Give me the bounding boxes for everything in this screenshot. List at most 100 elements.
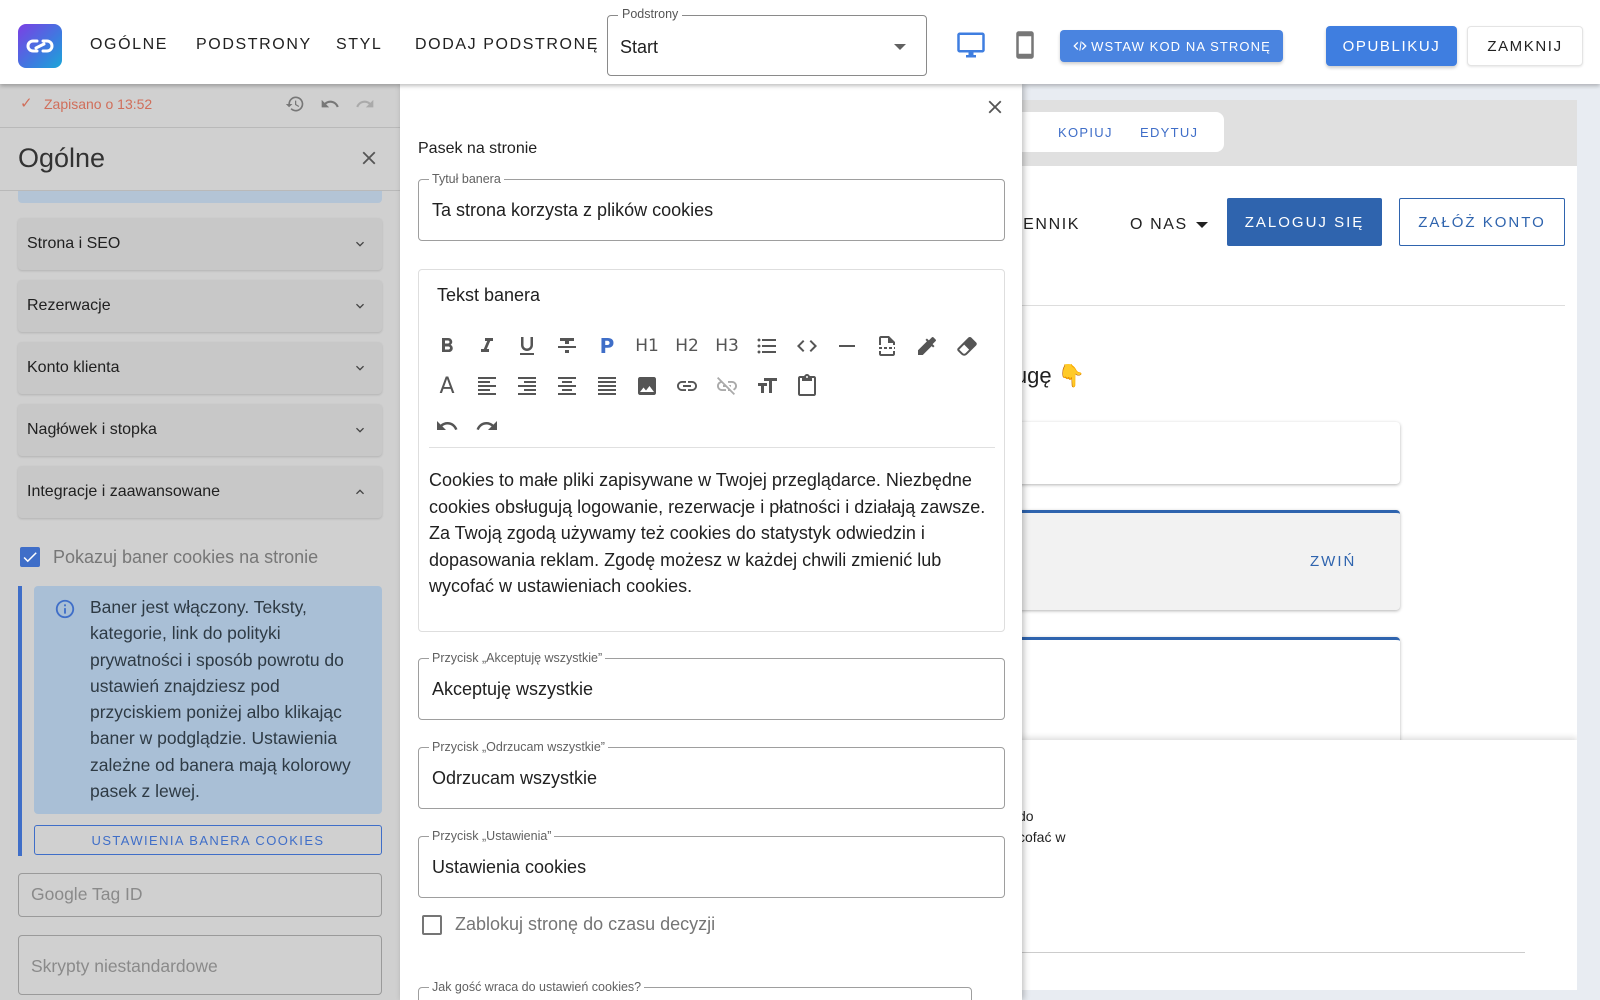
desktop-view-icon[interactable] (956, 30, 986, 60)
nav-subpages[interactable]: PODSTRONY (196, 36, 312, 54)
field-value: Odrzucam wszystkie (432, 768, 598, 788)
checkbox-label: Zablokuj stronę do czasu decyzji (455, 914, 716, 934)
panel-title: Ogólne (18, 143, 106, 173)
subpages-select-value: Start (620, 37, 659, 57)
link-icon[interactable] (673, 372, 701, 400)
accordion-label: Nagłówek i stopka (27, 421, 157, 438)
insert-code-button[interactable]: WSTAW KOD NA STRONĘ (1060, 30, 1283, 62)
align-center-icon[interactable] (553, 372, 581, 400)
accordion-label: Rezerwacje (27, 297, 111, 314)
chevron-up-icon (356, 489, 364, 495)
dependency-color-bar (18, 586, 22, 856)
copy-tab[interactable]: KOPIUJ (1058, 125, 1113, 140)
subpages-select[interactable]: Podstrony Start (607, 7, 927, 76)
banner-text-editor: Tekst banera P H1 H2 H3 A Cookies to mał… (418, 269, 1005, 632)
chevron-down-icon (356, 365, 364, 371)
preview-banner-text: cofać w (1018, 829, 1066, 845)
preview-login-button[interactable]: ZALOGUJ SIĘ (1227, 198, 1382, 246)
field-label: Tytuł banera (429, 172, 504, 186)
preview-register-button[interactable]: ZAŁÓŻ KONTO (1399, 198, 1565, 246)
banner-title-field[interactable]: Tytuł banera Ta strona korzysta z plików… (418, 172, 1005, 241)
close-icon[interactable] (358, 147, 380, 169)
show-cookie-banner-checkbox[interactable]: Pokazuj baner cookies na stronie (20, 544, 318, 570)
chevron-down-icon (356, 241, 364, 247)
save-status-row: ✓ Zapisano o 13:52 (0, 84, 400, 128)
align-left-icon[interactable] (473, 372, 501, 400)
unlink-icon[interactable] (713, 372, 741, 400)
preview-nav-about-label: O NAS (1130, 216, 1188, 233)
field-label: Przycisk „Odrzucam wszystkie” (429, 740, 608, 754)
accordion-reservations[interactable]: Rezerwacje (18, 280, 382, 332)
checkbox-unchecked-icon (422, 914, 442, 935)
google-tag-id-input[interactable]: Google Tag ID (18, 873, 382, 917)
heading-2-icon[interactable]: H2 (673, 332, 701, 360)
accordion-stub (18, 191, 382, 203)
history-icon[interactable] (285, 94, 307, 116)
return-method-select[interactable]: Jak gość wraca do ustawień cookies? (418, 980, 972, 1000)
bullet-list-icon[interactable] (753, 332, 781, 360)
section-title: Pasek na stronie (418, 140, 538, 157)
accordion-integrations[interactable]: Integracje i zaawansowane (18, 466, 382, 518)
nav-style[interactable]: STYL (336, 36, 382, 54)
custom-scripts-input[interactable]: Skrypty niestandardowe (18, 935, 382, 995)
preview-card-expanded: ZWIŃ (1010, 510, 1400, 610)
accordion-header-footer[interactable]: Nagłówek i stopka (18, 404, 382, 456)
cookie-banner-settings-button[interactable]: USTAWIENIA BANERA COOKIES (34, 825, 382, 855)
link-logo-icon (26, 39, 54, 53)
text-size-icon[interactable] (753, 372, 781, 400)
edit-tab[interactable]: EDYTUJ (1140, 125, 1198, 140)
align-right-icon[interactable] (513, 372, 541, 400)
horizontal-rule-icon[interactable] (833, 332, 861, 360)
strikethrough-icon[interactable] (553, 332, 581, 360)
undo-icon[interactable] (433, 412, 461, 440)
font-color-icon[interactable]: A (433, 372, 461, 400)
image-icon[interactable] (633, 372, 661, 400)
accept-button-text-field[interactable]: Przycisk „Akceptuję wszystkie” Akceptuję… (418, 651, 1005, 720)
caret-down-icon (1195, 221, 1208, 228)
heading-1-icon[interactable]: H1 (633, 332, 661, 360)
info-icon (54, 598, 76, 620)
field-value: Ustawienia cookies (432, 857, 587, 877)
block-page-checkbox[interactable]: Zablokuj stronę do czasu decyzji (422, 914, 715, 935)
close-button[interactable]: ZAMKNIJ (1467, 26, 1583, 66)
heading-3-icon[interactable]: H3 (713, 332, 741, 360)
undo-icon[interactable] (320, 94, 342, 116)
check-icon: ✓ (20, 95, 33, 112)
publish-button[interactable]: OPUBLIKUJ (1326, 26, 1457, 66)
highlight-icon[interactable] (913, 332, 941, 360)
reject-button-text-field[interactable]: Przycisk „Odrzucam wszystkie” Odrzucam w… (418, 740, 1005, 809)
paste-icon[interactable] (793, 372, 821, 400)
clear-format-icon[interactable] (953, 332, 981, 360)
settings-button-text-field[interactable]: Przycisk „Ustawienia” Ustawienia cookies (418, 829, 1005, 898)
underline-icon[interactable] (513, 332, 541, 360)
field-value: Ta strona korzysta z plików cookies (432, 200, 714, 220)
checkbox-label: Pokazuj baner cookies na stronie (53, 546, 319, 567)
chevron-down-icon (356, 303, 364, 309)
accordion-site-seo[interactable]: Strona i SEO (18, 218, 382, 270)
bold-icon[interactable] (433, 332, 461, 360)
mobile-view-icon[interactable] (1010, 30, 1040, 60)
page-break-icon[interactable] (873, 332, 901, 360)
accordion-label: Integracje i zaawansowane (27, 483, 221, 500)
info-text: Baner jest włączony. Teksty, kategorie, … (90, 597, 351, 802)
accordion-client-account[interactable]: Konto klienta (18, 342, 382, 394)
preview-cookie-banner[interactable]: do cofać w (1010, 740, 1577, 990)
general-settings-panel: ✓ Zapisano o 13:52 Ogólne Strona i SEO R… (0, 84, 400, 1000)
code-icon[interactable] (793, 332, 821, 360)
redo-icon[interactable] (473, 412, 501, 440)
preview-nav-about[interactable]: O NAS (1130, 216, 1208, 234)
nav-add-subpage[interactable]: DODAJ PODSTRONĘ (415, 36, 599, 54)
collapse-button[interactable]: ZWIŃ (1310, 553, 1356, 570)
checkbox-checked-icon (20, 547, 40, 567)
close-icon[interactable] (984, 96, 1006, 118)
app-logo[interactable] (18, 24, 62, 68)
nav-general[interactable]: OGÓLNE (90, 36, 168, 54)
paragraph-icon[interactable]: P (593, 332, 621, 360)
banner-text-content[interactable]: Cookies to małe pliki zapisywane w Twoje… (429, 467, 989, 600)
accordion-label: Strona i SEO (27, 235, 121, 252)
site-preview: KOPIUJ EDYTUJ CENNIK O NAS ZALOGUJ SIĘ Z… (1010, 100, 1577, 990)
field-label: Przycisk „Ustawienia” (429, 829, 555, 843)
italic-icon[interactable] (473, 332, 501, 360)
align-justify-icon[interactable] (593, 372, 621, 400)
redo-icon[interactable] (355, 94, 377, 116)
